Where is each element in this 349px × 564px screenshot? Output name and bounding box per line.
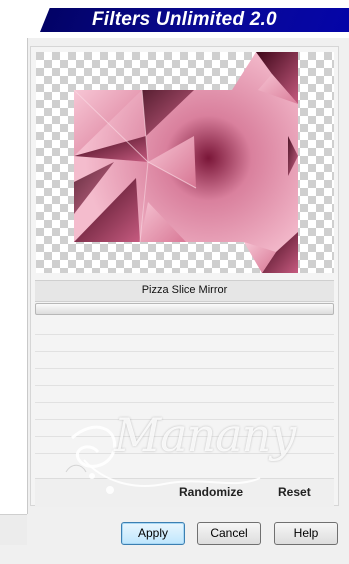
- category-list-edge[interactable]: [0, 38, 28, 545]
- title-banner: Filters Unlimited 2.0: [0, 0, 349, 38]
- filter-name: Pizza Slice Mirror: [141, 284, 228, 296]
- filter-progress-track[interactable]: [35, 303, 334, 315]
- parameter-row-divider: [35, 385, 334, 386]
- help-button[interactable]: Help: [274, 522, 338, 545]
- parameter-row-divider: [35, 334, 334, 335]
- parameter-row-divider: [35, 453, 334, 454]
- randomize-button[interactable]: Randomize: [179, 485, 243, 499]
- parameter-area: [35, 318, 334, 476]
- parameter-row-divider: [35, 436, 334, 437]
- preview-image: [36, 52, 334, 273]
- parameter-row-divider: [35, 368, 334, 369]
- category-list-footer: [0, 514, 27, 545]
- parameter-row-divider: [35, 419, 334, 420]
- cancel-button[interactable]: Cancel: [197, 522, 261, 545]
- reset-button[interactable]: Reset: [278, 485, 311, 499]
- parameter-row-divider: [35, 402, 334, 403]
- filter-name-bar: Pizza Slice Mirror: [35, 280, 334, 302]
- apply-button[interactable]: Apply: [121, 522, 185, 545]
- app-title: Filters Unlimited 2.0: [92, 9, 277, 30]
- parameter-row-divider: [35, 351, 334, 352]
